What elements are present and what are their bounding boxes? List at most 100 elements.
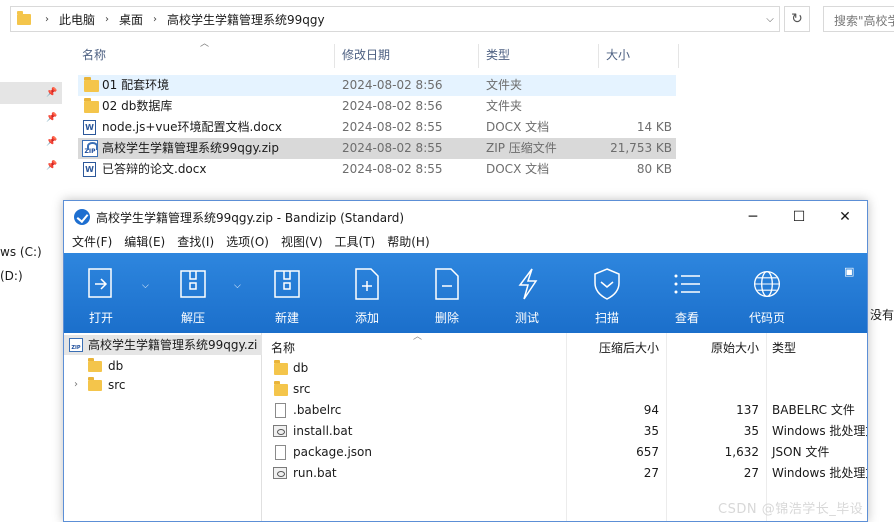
menu-options[interactable]: 选项(O) <box>226 233 269 253</box>
close-icon: ✕ <box>839 209 851 225</box>
breadcrumb-desktop[interactable]: 桌面 <box>115 11 147 28</box>
add-button[interactable]: 添加 <box>332 253 402 333</box>
refresh-button[interactable]: ↻ <box>784 6 810 32</box>
minimize-button[interactable]: ─ <box>730 201 776 233</box>
item-original-size: 1,632 <box>724 445 759 459</box>
file-row[interactable]: W 已答辩的论文.docx 2024-08-02 8:55 DOCX 文档 80… <box>78 159 676 180</box>
item-name: run.bat <box>293 466 337 480</box>
menu-file[interactable]: 文件(F) <box>72 233 112 253</box>
list-header: 名称 ︿ 压缩后大小 原始大小 类型 <box>269 332 867 521</box>
folder-icon <box>84 98 99 113</box>
extract-button[interactable]: 解压 <box>158 253 228 333</box>
list-item[interactable]: src <box>269 379 867 400</box>
new-archive-label: 新建 <box>274 311 299 325</box>
menu-tools[interactable]: 工具(T) <box>335 233 376 253</box>
file-size: 21,753 KB <box>610 141 672 155</box>
chevron-down-icon[interactable]: ⌵ <box>761 14 779 25</box>
maximize-button[interactable]: ☐ <box>776 201 822 233</box>
column-type[interactable]: 类型 <box>772 339 796 356</box>
add-label: 添加 <box>354 311 379 325</box>
tree-item-db[interactable]: db <box>64 356 262 376</box>
item-name: package.json <box>293 445 373 459</box>
search-input[interactable]: 搜索"高校学 <box>823 6 894 32</box>
menu-edit[interactable]: 编辑(E) <box>124 233 165 253</box>
folder-icon <box>17 10 31 25</box>
item-original-size: 137 <box>736 403 759 417</box>
chevron-down-icon[interactable]: ⌵ <box>142 281 149 291</box>
menu-view[interactable]: 视图(V) <box>281 233 323 253</box>
tree-item-src[interactable]: › src <box>64 375 262 395</box>
breadcrumb-this-pc[interactable]: 此电脑 <box>55 11 99 28</box>
list-item[interactable]: package.json 657 1,632 JSON 文件 <box>269 442 867 463</box>
column-divider[interactable] <box>478 44 479 68</box>
delete-file-icon <box>435 268 459 300</box>
file-type: 文件夹 <box>486 99 523 113</box>
item-name: db <box>293 361 309 375</box>
codepage-label: 代码页 <box>748 311 785 325</box>
file-row[interactable]: W node.js+vue环境配置文档.docx 2024-08-02 8:55… <box>78 117 676 138</box>
maximize-icon: ☐ <box>792 209 806 225</box>
scan-button[interactable]: 扫描 <box>572 253 642 333</box>
list-item[interactable]: db <box>269 358 867 379</box>
drive-c[interactable]: ws (C:) <box>0 240 42 264</box>
item-type: Windows 批处理文 <box>772 424 868 438</box>
open-button[interactable]: 打开 <box>66 253 136 333</box>
list-item[interactable]: run.bat 27 27 Windows 批处理文 <box>269 463 867 484</box>
item-name: .babelrc <box>293 403 342 417</box>
word-document-icon: W <box>83 120 96 135</box>
column-compressed-size[interactable]: 压缩后大小 <box>599 339 659 356</box>
file-row[interactable]: 02 db数据库 2024-08-02 8:56 文件夹 <box>78 96 676 117</box>
test-button[interactable]: 测试 <box>492 253 562 333</box>
shield-scan-icon <box>594 268 620 300</box>
column-type[interactable]: 类型 <box>486 44 510 66</box>
chevron-right-icon[interactable]: › <box>74 375 78 395</box>
breadcrumb-current-folder[interactable]: 高校学生学籍管理系统99qgy <box>163 11 329 28</box>
menu-find[interactable]: 查找(I) <box>177 233 214 253</box>
folder-icon <box>88 377 102 391</box>
tree-item-label: db <box>108 359 124 373</box>
column-name[interactable]: 名称 <box>82 44 106 66</box>
open-icon <box>88 268 112 298</box>
view-button[interactable]: 查看 <box>652 253 722 333</box>
folder-icon <box>84 77 99 92</box>
item-compressed-size: 94 <box>643 403 659 417</box>
column-size[interactable]: 大小 <box>606 44 630 66</box>
toolbar: 打开 ⌵ 解压 ⌵ 新建 添加 删除 测试 扫描 查看 代码页 ▣ <box>64 253 867 333</box>
file-row[interactable]: ZIP 高校学生学籍管理系统99qgy.zip 2024-08-02 8:55 … <box>78 138 676 159</box>
column-original-size[interactable]: 原始大小 <box>711 339 759 356</box>
close-button[interactable]: ✕ <box>822 201 867 233</box>
folder-tree: ZIP 高校学生学籍管理系统99qgy.zi db › src <box>64 333 262 521</box>
file-row[interactable]: 01 配套环境 2024-08-02 8:56 文件夹 <box>78 75 676 96</box>
view-label: 查看 <box>674 311 699 325</box>
test-label: 测试 <box>514 311 539 325</box>
file-name: node.js+vue环境配置文档.docx <box>102 120 282 134</box>
tree-item-root[interactable]: ZIP 高校学生学籍管理系统99qgy.zi <box>64 335 262 355</box>
pin-icon: 📌 <box>46 137 58 147</box>
address-bar[interactable]: › 此电脑 › 桌面 › 高校学生学籍管理系统99qgy ⌵ <box>10 6 780 32</box>
column-name[interactable]: 名称 <box>271 339 295 356</box>
layout-grid-icon[interactable]: ▣ <box>844 265 854 278</box>
title-bar[interactable]: 高校学生学籍管理系统99qgy.zip - Bandizip (Standard… <box>64 201 867 233</box>
item-original-size: 27 <box>743 466 759 480</box>
file-modified: 2024-08-02 8:56 <box>342 78 443 92</box>
new-archive-button[interactable]: 新建 <box>252 253 322 333</box>
column-divider[interactable] <box>334 44 335 68</box>
menu-help[interactable]: 帮助(H) <box>387 233 429 253</box>
folder-icon <box>274 381 288 396</box>
folder-icon <box>88 358 102 372</box>
list-item[interactable]: install.bat 35 35 Windows 批处理文 <box>269 421 868 442</box>
column-modified[interactable]: 修改日期 <box>342 44 390 66</box>
codepage-button[interactable]: 代码页 <box>732 253 802 333</box>
drive-d[interactable]: (D:) <box>0 264 42 288</box>
extract-label: 解压 <box>180 311 205 325</box>
chevron-right-icon: › <box>153 13 158 25</box>
chevron-down-icon[interactable]: ⌵ <box>234 281 241 291</box>
column-divider[interactable] <box>678 44 679 68</box>
batch-file-icon <box>273 467 287 479</box>
file-type: ZIP 压缩文件 <box>486 141 557 155</box>
list-item[interactable]: .babelrc 94 137 BABELRC 文件 <box>269 400 867 421</box>
zip-archive-icon: ZIP <box>82 140 98 157</box>
navigation-pane: 📌 📌 📌 📌 <box>0 40 68 210</box>
column-divider[interactable] <box>598 44 599 68</box>
delete-button[interactable]: 删除 <box>412 253 482 333</box>
